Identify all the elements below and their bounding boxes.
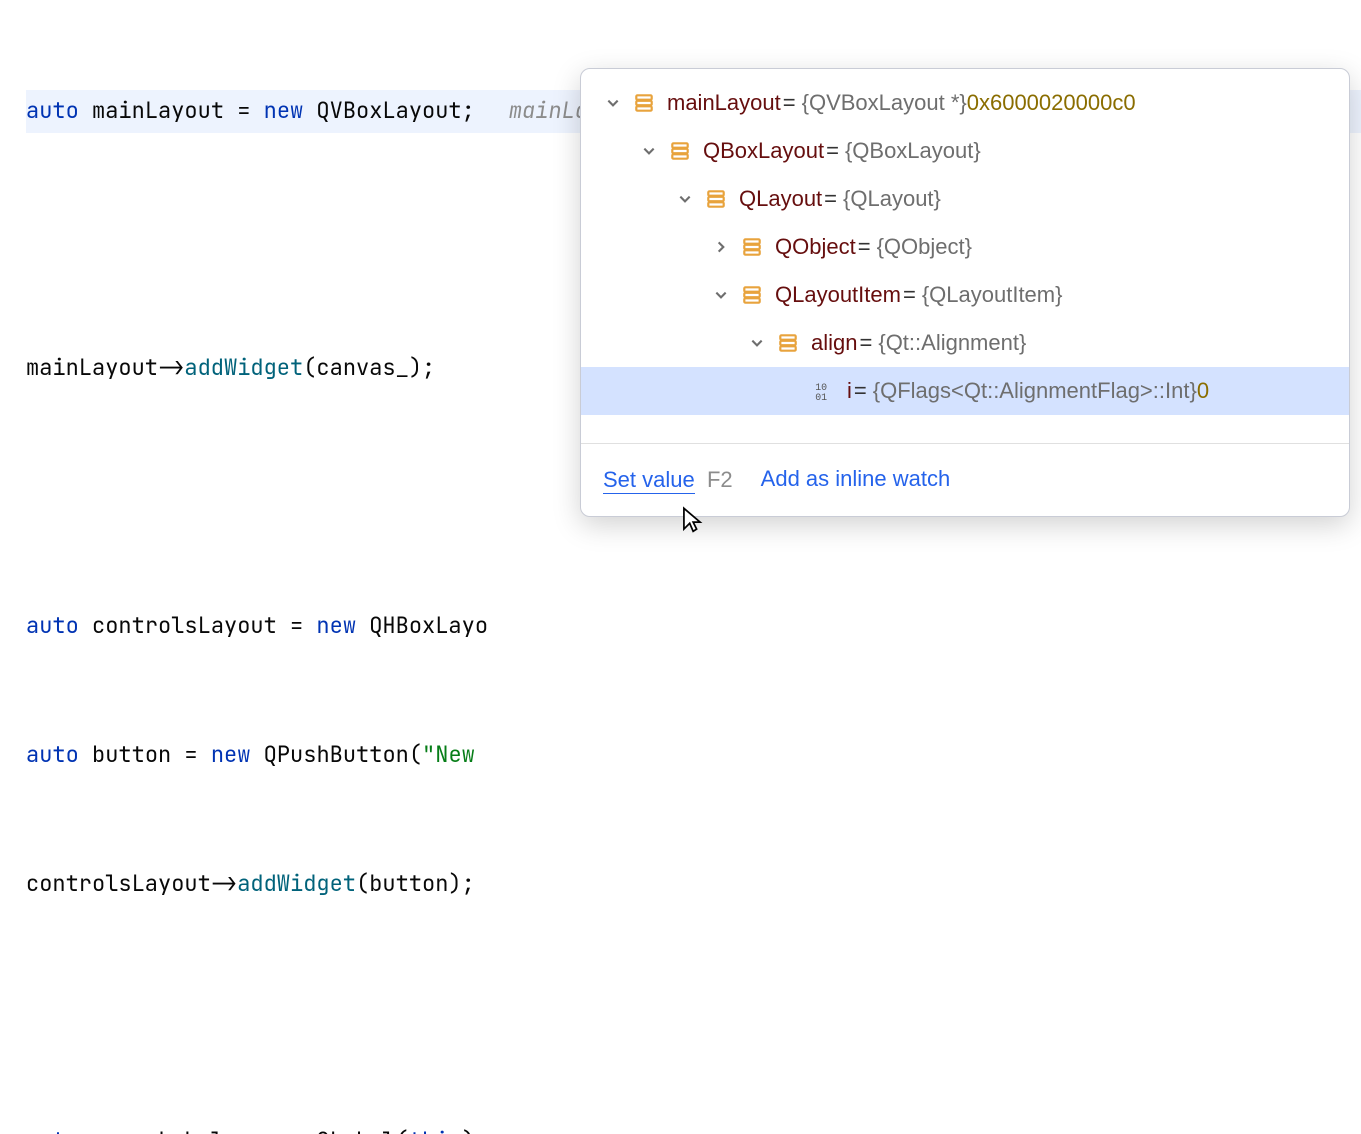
variable-type: {QBoxLayout} xyxy=(845,130,981,173)
tree-row[interactable]: QObject = {QObject} xyxy=(581,223,1349,271)
variable-name: QObject xyxy=(775,226,856,269)
variable-type: {QFlags<Qt::AlignmentFlag>::Int} xyxy=(873,370,1197,413)
variable-name: align xyxy=(811,322,857,365)
variable-type: {QVBoxLayout *} xyxy=(802,82,967,125)
chevron-down-icon[interactable] xyxy=(635,137,663,165)
tree-row[interactable]: align = {Qt::Alignment} xyxy=(581,319,1349,367)
add-inline-watch-link[interactable]: Add as inline watch xyxy=(761,458,951,502)
tree-row[interactable]: QLayoutItem = {QLayoutItem} xyxy=(581,271,1349,319)
object-icon xyxy=(739,284,765,306)
tree-row[interactable]: 1001i = {QFlags<Qt::AlignmentFlag>::Int}… xyxy=(581,367,1349,415)
set-value-shortcut: F2 xyxy=(707,467,733,492)
variable-type: {QLayout} xyxy=(843,178,941,221)
debug-variable-popup[interactable]: mainLayout = {QVBoxLayout *} 0x600002000… xyxy=(580,68,1350,517)
code-line xyxy=(26,991,1361,1034)
object-icon xyxy=(739,236,765,258)
variable-tree[interactable]: mainLayout = {QVBoxLayout *} 0x600002000… xyxy=(581,69,1349,443)
code-line[interactable]: auto button = new QPushButton("New xyxy=(26,734,1361,777)
object-icon xyxy=(631,92,657,114)
object-icon xyxy=(703,188,729,210)
chevron-right-icon[interactable] xyxy=(707,233,735,261)
variable-name: i xyxy=(847,370,852,413)
svg-text:01: 01 xyxy=(815,392,827,402)
variable-name: QBoxLayout xyxy=(703,130,824,173)
chevron-down-icon[interactable] xyxy=(743,329,771,357)
code-line[interactable]: auto controlsLayout = new QHBoxLayo xyxy=(26,605,1361,648)
code-line[interactable]: controlsLayout->addWidget(button); xyxy=(26,862,1361,905)
binary-icon: 1001 xyxy=(811,380,837,402)
set-value-link[interactable]: Set value xyxy=(603,467,695,494)
chevron-none xyxy=(779,377,807,405)
chevron-down-icon[interactable] xyxy=(599,89,627,117)
chevron-down-icon[interactable] xyxy=(707,281,735,309)
tree-row[interactable]: mainLayout = {QVBoxLayout *} 0x600002000… xyxy=(581,79,1349,127)
variable-value: 0x6000020000c0 xyxy=(967,82,1136,125)
variable-name: QLayoutItem xyxy=(775,274,901,317)
chevron-down-icon[interactable] xyxy=(671,185,699,213)
object-icon xyxy=(775,332,801,354)
tree-row[interactable]: QLayout = {QLayout} xyxy=(581,175,1349,223)
popup-footer: Set value F2 Add as inline watch xyxy=(581,443,1349,516)
variable-value: 0 xyxy=(1197,370,1209,413)
tree-row[interactable]: QBoxLayout = {QBoxLayout} xyxy=(581,127,1349,175)
variable-name: QLayout xyxy=(739,178,822,221)
variable-type: {Qt::Alignment} xyxy=(878,322,1026,365)
variable-name: mainLayout xyxy=(667,82,781,125)
object-icon xyxy=(667,140,693,162)
variable-type: {QLayoutItem} xyxy=(922,274,1063,317)
variable-type: {QObject} xyxy=(877,226,972,269)
code-line[interactable]: auto scoreLabel = new QLabel(this); xyxy=(26,1120,1361,1134)
